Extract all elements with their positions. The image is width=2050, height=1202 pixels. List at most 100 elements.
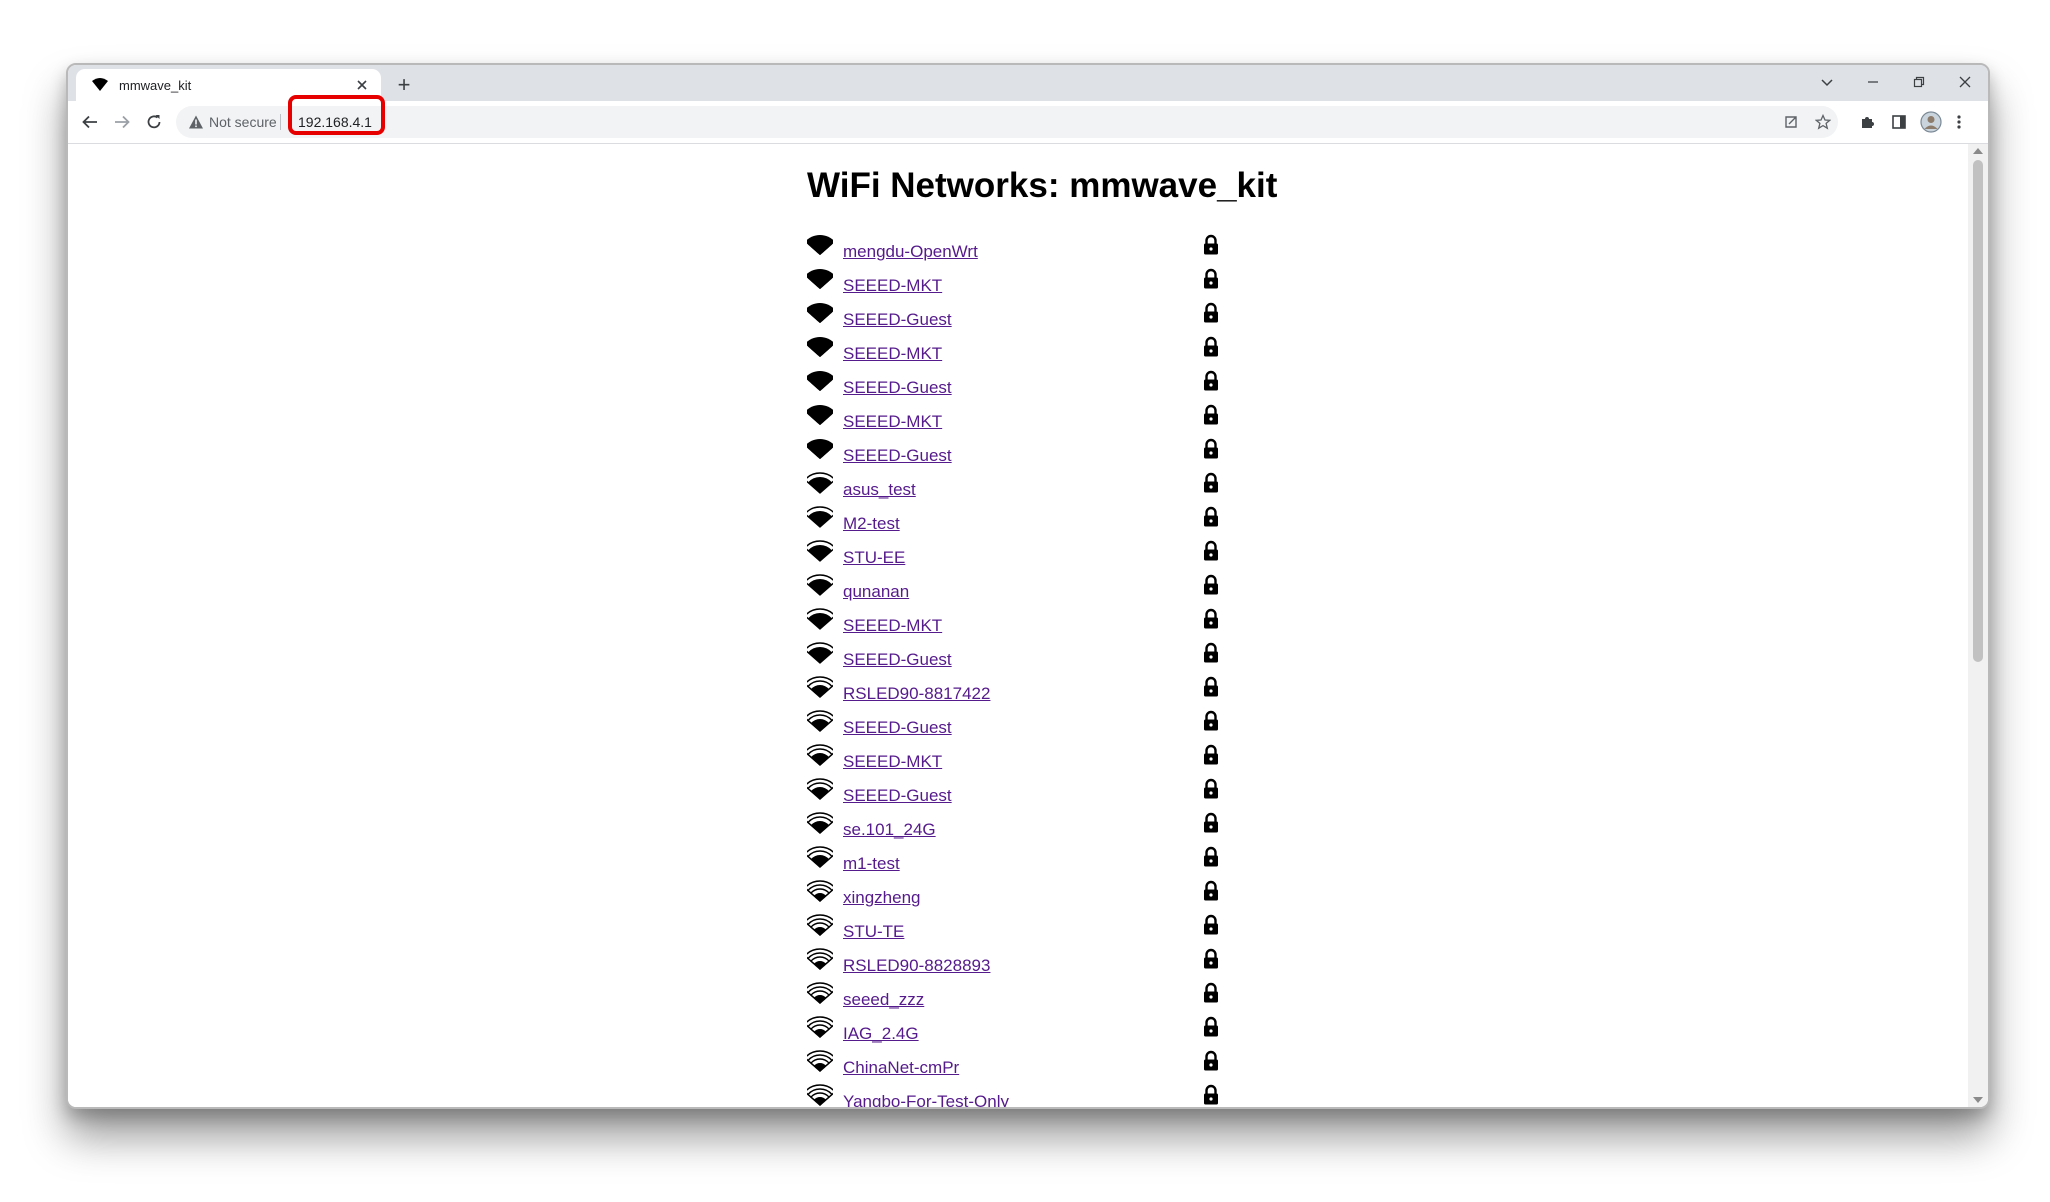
network-row: SEEED-Guest (804, 370, 1227, 404)
wifi-signal-icon (803, 744, 837, 766)
wifi-signal-icon (803, 574, 837, 596)
lock-icon (1202, 744, 1220, 766)
network-ssid-link[interactable]: SEEED-MKT (843, 752, 942, 772)
network-ssid-link[interactable]: SEEED-MKT (843, 412, 942, 432)
scrollbar[interactable] (1968, 144, 1988, 1107)
network-ssid-link[interactable]: IAG_2.4G (843, 1024, 919, 1044)
side-panel-icon[interactable] (1888, 111, 1910, 133)
network-ssid-link[interactable]: ChinaNet-cmPr (843, 1058, 959, 1078)
wifi-signal-icon (804, 404, 836, 426)
lock-icon (1202, 1016, 1220, 1038)
network-ssid-link[interactable]: SEEED-MKT (843, 344, 942, 364)
lock-icon (1202, 268, 1220, 290)
wifi-signal-icon (803, 1084, 837, 1106)
forward-arrow-icon[interactable] (108, 108, 136, 136)
wifi-signal-icon (803, 846, 837, 868)
wifi-signal-icon (803, 778, 837, 800)
wifi-signal-icon (803, 608, 837, 630)
network-ssid-link[interactable]: SEEED-MKT (843, 276, 942, 296)
network-ssid-link[interactable]: se.101_24G (843, 820, 936, 840)
lock-icon (1202, 880, 1220, 902)
lock-icon (1202, 778, 1220, 800)
scrollbar-thumb[interactable] (1973, 160, 1983, 662)
wifi-signal-icon (804, 438, 836, 460)
wifi-signal-icon (803, 676, 837, 698)
new-tab-button[interactable]: + (390, 71, 418, 99)
lock-icon (1202, 608, 1220, 630)
lock-icon (1202, 370, 1220, 392)
wifi-signal-icon (803, 880, 837, 902)
omnibox-divider (280, 114, 281, 130)
reload-icon[interactable] (140, 108, 168, 136)
wifi-signal-icon (803, 506, 837, 528)
network-ssid-link[interactable]: RSLED90-8828893 (843, 956, 990, 976)
network-ssid-link[interactable]: SEEED-Guest (843, 650, 952, 670)
network-row: asus_test (803, 472, 1227, 506)
lock-icon (1202, 336, 1220, 358)
wifi-signal-icon (803, 812, 837, 834)
wifi-signal-icon (803, 948, 837, 970)
network-ssid-link[interactable]: SEEED-Guest (843, 718, 952, 738)
network-row: mengdu-OpenWrt (804, 234, 1227, 268)
network-ssid-link[interactable]: SEEED-Guest (843, 446, 952, 466)
lock-icon (1202, 540, 1220, 562)
network-ssid-link[interactable]: SEEED-MKT (843, 616, 942, 636)
network-ssid-link[interactable]: SEEED-Guest (843, 378, 952, 398)
network-ssid-link[interactable]: asus_test (843, 480, 916, 500)
lock-icon (1202, 574, 1220, 596)
browser-window: mmwave_kit + Not secure 192.168.4.1 WiFi… (66, 63, 1990, 1109)
network-row: RSLED90-8828893 (803, 948, 1227, 982)
warning-triangle-icon[interactable] (188, 114, 204, 130)
network-ssid-link[interactable]: STU-EE (843, 548, 905, 568)
network-ssid-link[interactable]: xingzheng (843, 888, 921, 908)
lock-icon (1202, 506, 1220, 528)
lock-icon (1202, 676, 1220, 698)
profile-avatar-icon[interactable] (1920, 111, 1942, 133)
network-ssid-link[interactable]: RSLED90-8817422 (843, 684, 990, 704)
network-ssid-link[interactable]: Yangbo-For-Test-Only (843, 1092, 1009, 1107)
scroll-up-arrow-icon[interactable] (1973, 148, 1983, 154)
wifi-signal-icon (803, 540, 837, 562)
wifi-favicon-icon (91, 76, 109, 94)
address-bar[interactable]: Not secure 192.168.4.1 (176, 106, 1838, 138)
close-window-icon[interactable] (1942, 67, 1988, 97)
menu-kebab-icon[interactable] (1948, 111, 1970, 133)
network-ssid-link[interactable]: STU-TE (843, 922, 904, 942)
network-row: SEEED-Guest (803, 710, 1227, 744)
wifi-signal-icon (803, 914, 837, 936)
share-icon[interactable] (1780, 111, 1802, 133)
url-highlight-box (288, 95, 385, 135)
network-ssid-link[interactable]: seeed_zzz (843, 990, 924, 1010)
network-ssid-link[interactable]: qunanan (843, 582, 909, 602)
network-ssid-link[interactable]: SEEED-Guest (843, 310, 952, 330)
network-ssid-link[interactable]: m1-test (843, 854, 900, 874)
wifi-signal-icon (803, 1016, 837, 1038)
network-row: xingzheng (803, 880, 1227, 914)
restore-icon[interactable] (1896, 67, 1942, 97)
minimize-icon[interactable] (1850, 67, 1896, 97)
network-ssid-link[interactable]: mengdu-OpenWrt (843, 242, 978, 262)
lock-icon (1202, 948, 1220, 970)
network-list: mengdu-OpenWrt SEEED-MKT SEEED-Guest SEEED-… (803, 234, 1227, 1107)
network-row: m1-test (803, 846, 1227, 880)
lock-icon (1202, 982, 1220, 1004)
wifi-signal-icon (803, 472, 837, 494)
network-ssid-link[interactable]: SEEED-Guest (843, 786, 952, 806)
lock-icon (1202, 812, 1220, 834)
tab-search-chevron-icon[interactable] (1804, 67, 1850, 97)
scroll-down-arrow-icon[interactable] (1973, 1097, 1983, 1103)
network-row: qunanan (803, 574, 1227, 608)
extensions-puzzle-icon[interactable] (1856, 111, 1878, 133)
network-row: SEEED-MKT (804, 268, 1227, 302)
lock-icon (1202, 710, 1220, 732)
network-ssid-link[interactable]: M2-test (843, 514, 900, 534)
lock-icon (1202, 404, 1220, 426)
network-row: Yangbo-For-Test-Only (803, 1084, 1227, 1107)
bookmark-star-icon[interactable] (1812, 111, 1834, 133)
back-arrow-icon[interactable] (76, 108, 104, 136)
network-row: seeed_zzz (803, 982, 1227, 1016)
wifi-signal-icon (804, 268, 836, 290)
wifi-signal-icon (803, 982, 837, 1004)
not-secure-label[interactable]: Not secure (209, 114, 277, 130)
network-row: SEEED-Guest (803, 642, 1227, 676)
